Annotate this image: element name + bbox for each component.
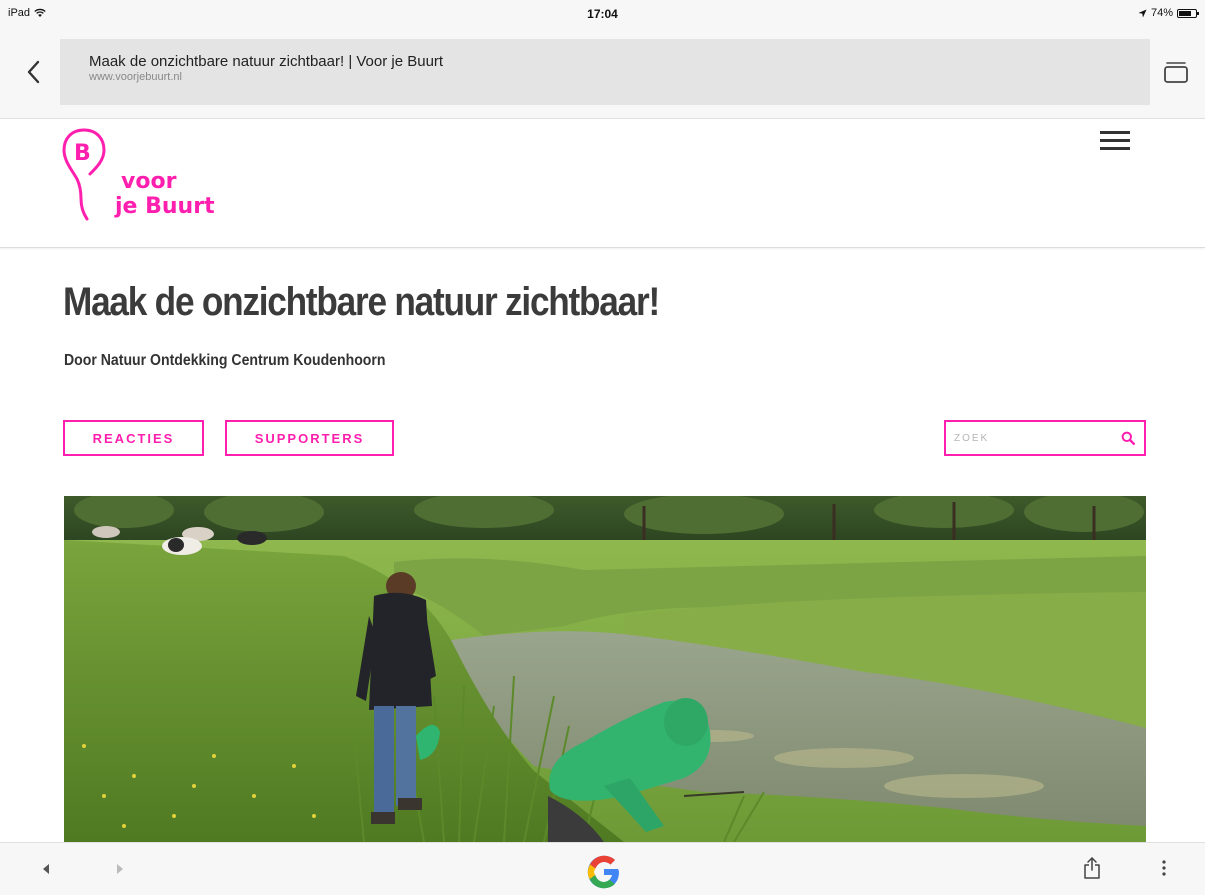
status-bar: iPad 17:04 74% — [0, 0, 1205, 30]
menu-bar-2 — [1100, 138, 1130, 142]
chevron-left-icon — [27, 60, 40, 84]
more-vertical-icon — [1162, 860, 1166, 876]
location-arrow-icon — [1138, 8, 1147, 18]
address-bar[interactable]: Maak de onzichtbare natuur zichtbaar! | … — [60, 39, 1150, 105]
nature-photo-illustration — [64, 496, 1146, 842]
logo-pin-icon: B — [62, 128, 106, 221]
page-title: Maak de onzichtbare natuur zichtbaar! — [63, 280, 660, 324]
search-box — [944, 420, 1146, 456]
browser-back-button[interactable] — [18, 52, 48, 92]
reacties-button[interactable]: REACTIES — [63, 420, 204, 456]
browser-toolbar: Maak de onzichtbare natuur zichtbaar! | … — [0, 30, 1205, 119]
voor-je-buurt-logo[interactable]: B voor je Buurt — [62, 127, 222, 237]
logo-wordmark: voor je Buurt — [115, 169, 215, 219]
google-logo-icon[interactable] — [585, 853, 623, 891]
battery-percent: 74% — [1150, 7, 1173, 19]
supporters-button[interactable]: SUPPORTERS — [225, 420, 394, 456]
share-button[interactable] — [1080, 855, 1104, 881]
nav-back-button[interactable] — [36, 859, 56, 879]
menu-bar-3 — [1100, 146, 1130, 150]
logo-line-2: je Buurt — [115, 194, 215, 219]
hamburger-menu-icon[interactable] — [1100, 123, 1134, 157]
address-domain: www.voorjebuurt.nl — [89, 71, 182, 83]
page-byline: Door Natuur Ontdekking Centrum Koudenhoo… — [64, 352, 386, 369]
address-page-title: Maak de onzichtbare natuur zichtbaar! | … — [89, 53, 444, 70]
triangle-left-icon — [43, 864, 49, 874]
share-icon — [1084, 857, 1100, 879]
logo-line-1: voor — [121, 169, 177, 194]
site-header: B voor je Buurt — [0, 119, 1205, 248]
nav-forward-button[interactable] — [110, 859, 130, 879]
bottom-toolbar — [0, 842, 1205, 895]
status-right: 74% — [1138, 7, 1199, 19]
search-icon — [1121, 431, 1135, 445]
search-button[interactable] — [1118, 428, 1138, 448]
menu-bar-1 — [1100, 130, 1130, 134]
search-input[interactable] — [954, 429, 1114, 447]
logo-letter: B — [74, 141, 91, 166]
tabs-icon — [1164, 62, 1188, 83]
triangle-right-icon — [117, 864, 123, 874]
tabs-button[interactable] — [1160, 57, 1192, 89]
hero-photo — [64, 496, 1146, 842]
battery-icon — [1177, 8, 1199, 18]
battery-level — [1179, 10, 1191, 16]
more-options-button[interactable] — [1156, 855, 1172, 881]
status-time: 17:04 — [587, 7, 618, 21]
